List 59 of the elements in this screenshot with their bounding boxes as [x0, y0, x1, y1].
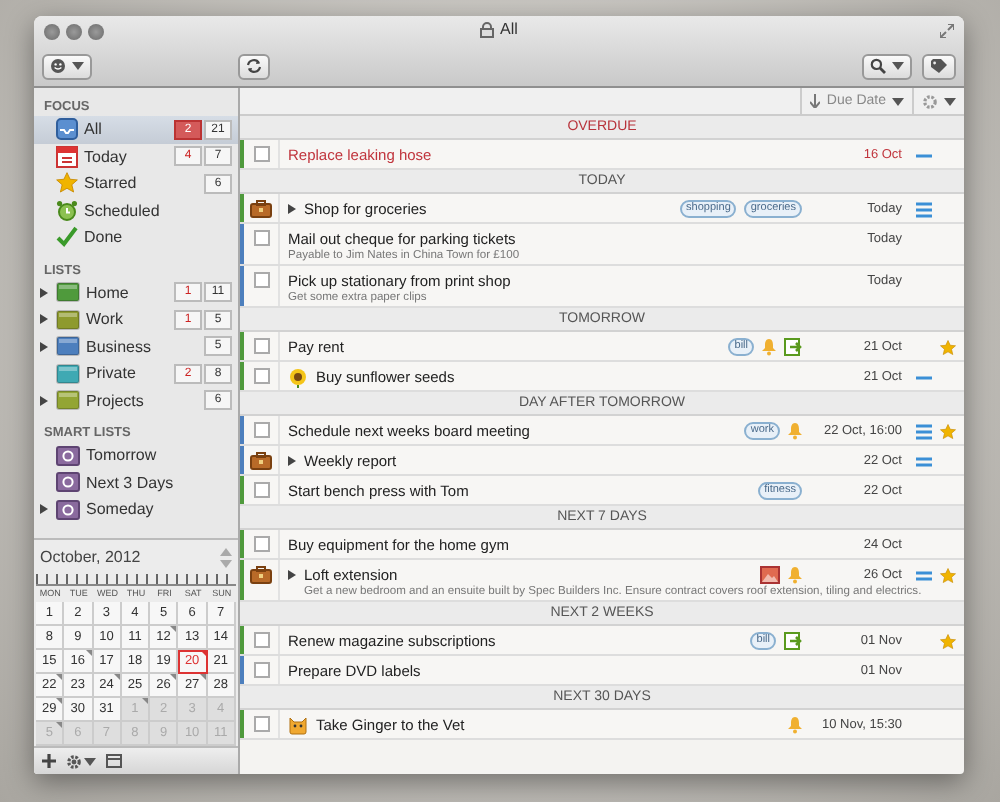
- down-arrow-icon: [810, 94, 821, 108]
- calendar-icon: [106, 754, 122, 768]
- plus-icon: [42, 754, 56, 768]
- sidebar-item[interactable]: Tomorrow: [34, 442, 238, 469]
- smart-list-icon: [56, 472, 80, 493]
- calendar-toggle-button[interactable]: [106, 754, 122, 768]
- checkbox[interactable]: [253, 536, 269, 552]
- sidebar-item[interactable]: Next 3 Days: [34, 469, 238, 496]
- disclosure-triangle-icon[interactable]: [40, 287, 48, 298]
- checkbox[interactable]: [253, 272, 269, 288]
- sync-button[interactable]: [238, 53, 270, 79]
- smart-list-icon: [56, 445, 80, 466]
- disclosure-triangle-icon[interactable]: [40, 341, 48, 352]
- caret-icon: [892, 62, 904, 70]
- gear-icon: [922, 93, 938, 109]
- account-menu-button[interactable]: [42, 53, 92, 79]
- search-button[interactable]: [862, 53, 912, 79]
- smart-list-icon: [56, 499, 80, 520]
- checkbox[interactable]: [253, 422, 269, 438]
- checkbox[interactable]: [253, 662, 269, 678]
- briefcase-icon: [250, 452, 272, 470]
- calendar-icon: [56, 145, 78, 168]
- checkbox[interactable]: [253, 146, 269, 162]
- caret-icon: [892, 97, 904, 105]
- sidebar-item[interactable]: Scheduled: [34, 197, 238, 224]
- disclosure-triangle-icon[interactable]: [40, 314, 48, 325]
- disclosure-triangle-icon[interactable]: [40, 395, 48, 406]
- window-title: All: [500, 20, 518, 38]
- checkbox[interactable]: [253, 482, 269, 498]
- disclosure-triangle-icon[interactable]: [288, 204, 296, 214]
- checkbox[interactable]: [253, 230, 269, 246]
- checkbox[interactable]: [253, 716, 269, 732]
- tag-icon: [930, 58, 948, 74]
- sidebar-item[interactable]: Someday: [34, 496, 238, 523]
- disclosure-triangle-icon[interactable]: [40, 504, 48, 515]
- tags-button[interactable]: [922, 53, 956, 79]
- caret-icon: [944, 97, 956, 105]
- fullscreen-icon[interactable]: [940, 24, 954, 38]
- caret-icon: [84, 757, 96, 765]
- search-icon: [870, 58, 886, 74]
- sync-icon: [246, 58, 262, 74]
- inbox-tray-icon: [56, 118, 78, 141]
- sidebar-item[interactable]: Done: [34, 224, 238, 251]
- briefcase-icon: [250, 200, 272, 218]
- checkbox[interactable]: [253, 368, 269, 384]
- lock-icon: [480, 21, 495, 37]
- star-icon: [56, 172, 78, 195]
- add-button[interactable]: [42, 754, 56, 768]
- month-title: October, 2012: [40, 548, 141, 566]
- settings-menu-button[interactable]: [66, 753, 96, 769]
- smiley-icon: [50, 58, 66, 74]
- alarm-clock-icon: [56, 199, 78, 222]
- disclosure-triangle-icon[interactable]: [288, 570, 296, 580]
- caret-icon: [72, 62, 84, 70]
- checkbox[interactable]: [253, 338, 269, 354]
- disclosure-triangle-icon[interactable]: [288, 456, 296, 466]
- briefcase-icon: [250, 566, 272, 584]
- checkmark-icon: [56, 226, 78, 249]
- checkbox[interactable]: [253, 632, 269, 648]
